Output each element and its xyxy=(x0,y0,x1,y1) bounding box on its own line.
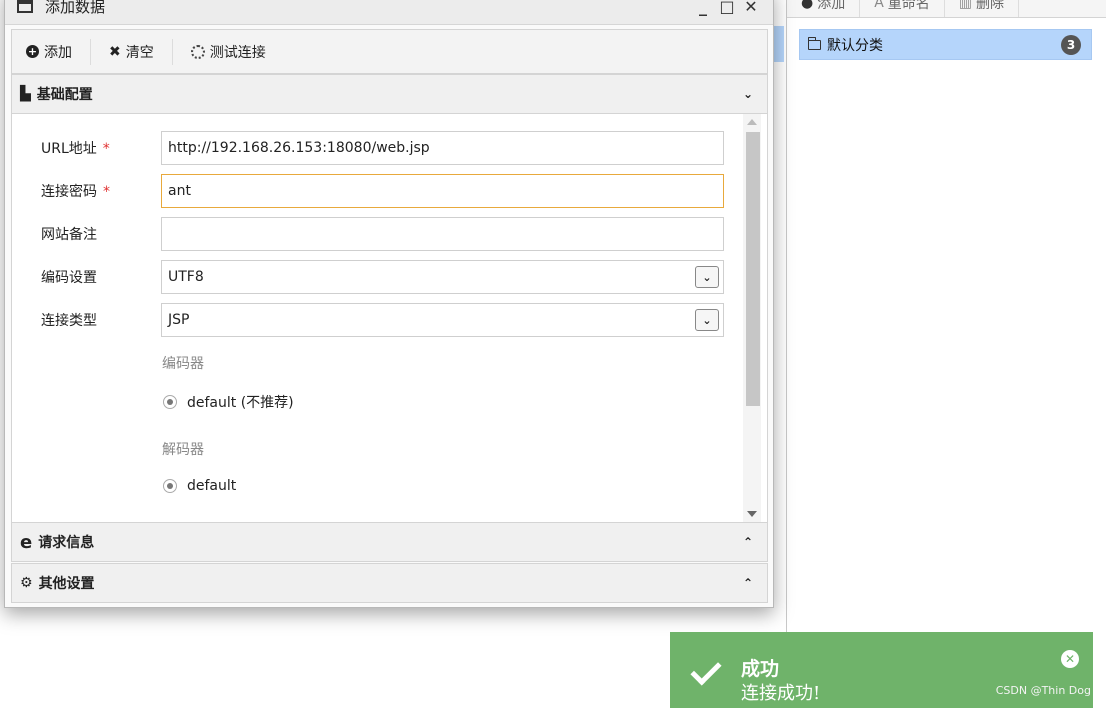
clear-button[interactable]: ✖ 清空 xyxy=(109,38,173,65)
note-row: 网站备注 xyxy=(12,217,752,251)
dialog-titlebar[interactable]: 添加数据 _ □ ✕ xyxy=(5,0,773,25)
type-select[interactable]: JSP ⌄ xyxy=(161,303,724,337)
x-icon: ✖ xyxy=(109,43,121,60)
toast-message: 连接成功! xyxy=(741,683,821,704)
url-input[interactable] xyxy=(161,131,724,165)
form-scrollbar[interactable] xyxy=(743,114,761,522)
add-data-dialog: 添加数据 _ □ ✕ + 添加 ✖ 清空 测试连接 ▙ 基础配置 ⌄ URL地址… xyxy=(4,0,774,608)
password-row: 连接密码 * xyxy=(12,174,752,208)
type-label: 连接类型 xyxy=(41,313,97,329)
encoding-row: 编码设置 UTF8 ⌄ xyxy=(12,260,752,294)
chevron-down-icon: ⌄ xyxy=(695,266,719,288)
category-add-button[interactable]: ● 添加 xyxy=(787,0,861,17)
window-controls: _ □ ✕ xyxy=(695,0,773,16)
radio-selected-icon[interactable] xyxy=(163,479,177,493)
chevron-up-icon: ⌃ xyxy=(742,535,753,549)
folder-icon xyxy=(808,36,821,50)
category-panel: ● 添加 A 重命名 ▥ 删除 默认分类 3 xyxy=(786,0,1106,708)
type-row: 连接类型 JSP ⌄ xyxy=(12,303,752,337)
category-count-badge: 3 xyxy=(1061,35,1081,55)
toast-title: 成功 xyxy=(741,658,780,680)
other-settings-header[interactable]: ⚙ 其他设置 ⌃ xyxy=(11,563,768,603)
radio-selected-icon[interactable] xyxy=(163,395,177,409)
gears-icon: ⚙ xyxy=(20,575,33,591)
decoder-heading: 解码器 xyxy=(162,442,204,458)
note-label: 网站备注 xyxy=(41,227,97,243)
close-icon[interactable]: ✕ xyxy=(1061,650,1079,668)
plus-circle-icon: ● xyxy=(801,0,814,11)
trash-icon: ▥ xyxy=(958,0,973,11)
decoder-option[interactable]: default xyxy=(163,478,236,494)
note-input[interactable] xyxy=(161,217,724,251)
encoding-label: 编码设置 xyxy=(41,270,97,286)
font-icon: A xyxy=(874,0,884,11)
password-input[interactable] xyxy=(161,174,724,208)
chevron-up-icon: ⌃ xyxy=(742,576,753,590)
encoding-select[interactable]: UTF8 ⌄ xyxy=(161,260,724,294)
chevron-down-icon: ⌄ xyxy=(742,87,753,101)
scroll-up-icon[interactable] xyxy=(747,119,757,125)
category-toolbar: ● 添加 A 重命名 ▥ 删除 xyxy=(787,0,1106,18)
ie-icon: e xyxy=(20,531,33,553)
url-label: URL地址 * xyxy=(41,141,110,157)
url-row: URL地址 * xyxy=(12,131,752,165)
chevron-down-icon: ⌄ xyxy=(695,309,719,331)
category-delete-button[interactable]: ▥ 删除 xyxy=(945,0,1020,17)
category-item-default[interactable]: 默认分类 3 xyxy=(799,29,1092,60)
scroll-down-icon[interactable] xyxy=(747,511,757,517)
plus-circle-icon: + xyxy=(26,45,39,58)
minimize-button[interactable]: _ xyxy=(695,0,711,16)
scrollbar-thumb[interactable] xyxy=(746,132,760,406)
request-info-header[interactable]: e 请求信息 ⌃ xyxy=(11,522,768,562)
encoder-option[interactable]: default (不推荐) xyxy=(163,392,294,412)
basic-config-form: URL地址* 连接密码* 网站备注 编码设置 UTF8 ⌄ 连接类型 JSP ⌄… xyxy=(11,114,768,522)
dialog-title: 添加数据 xyxy=(45,0,106,16)
spinner-icon xyxy=(190,44,205,59)
dialog-toolbar: + 添加 ✖ 清空 测试连接 xyxy=(11,29,768,74)
password-label: 连接密码 * xyxy=(41,184,110,200)
category-rename-button[interactable]: A 重命名 xyxy=(860,0,945,17)
basic-config-header[interactable]: ▙ 基础配置 ⌄ xyxy=(11,74,768,114)
watermark: CSDN @Thin Dog xyxy=(995,684,1091,697)
window-icon xyxy=(17,0,33,13)
success-toast: 成功 连接成功! ✕ CSDN @Thin Dog xyxy=(670,632,1093,708)
check-icon xyxy=(690,654,722,686)
close-button[interactable]: ✕ xyxy=(743,0,759,16)
encoder-heading: 编码器 xyxy=(162,356,204,372)
file-icon: ▙ xyxy=(20,86,31,102)
test-connection-button[interactable]: 测试连接 xyxy=(190,39,284,65)
add-button[interactable]: + 添加 xyxy=(26,38,91,65)
maximize-button[interactable]: □ xyxy=(719,0,735,16)
category-label: 默认分类 xyxy=(827,37,883,54)
